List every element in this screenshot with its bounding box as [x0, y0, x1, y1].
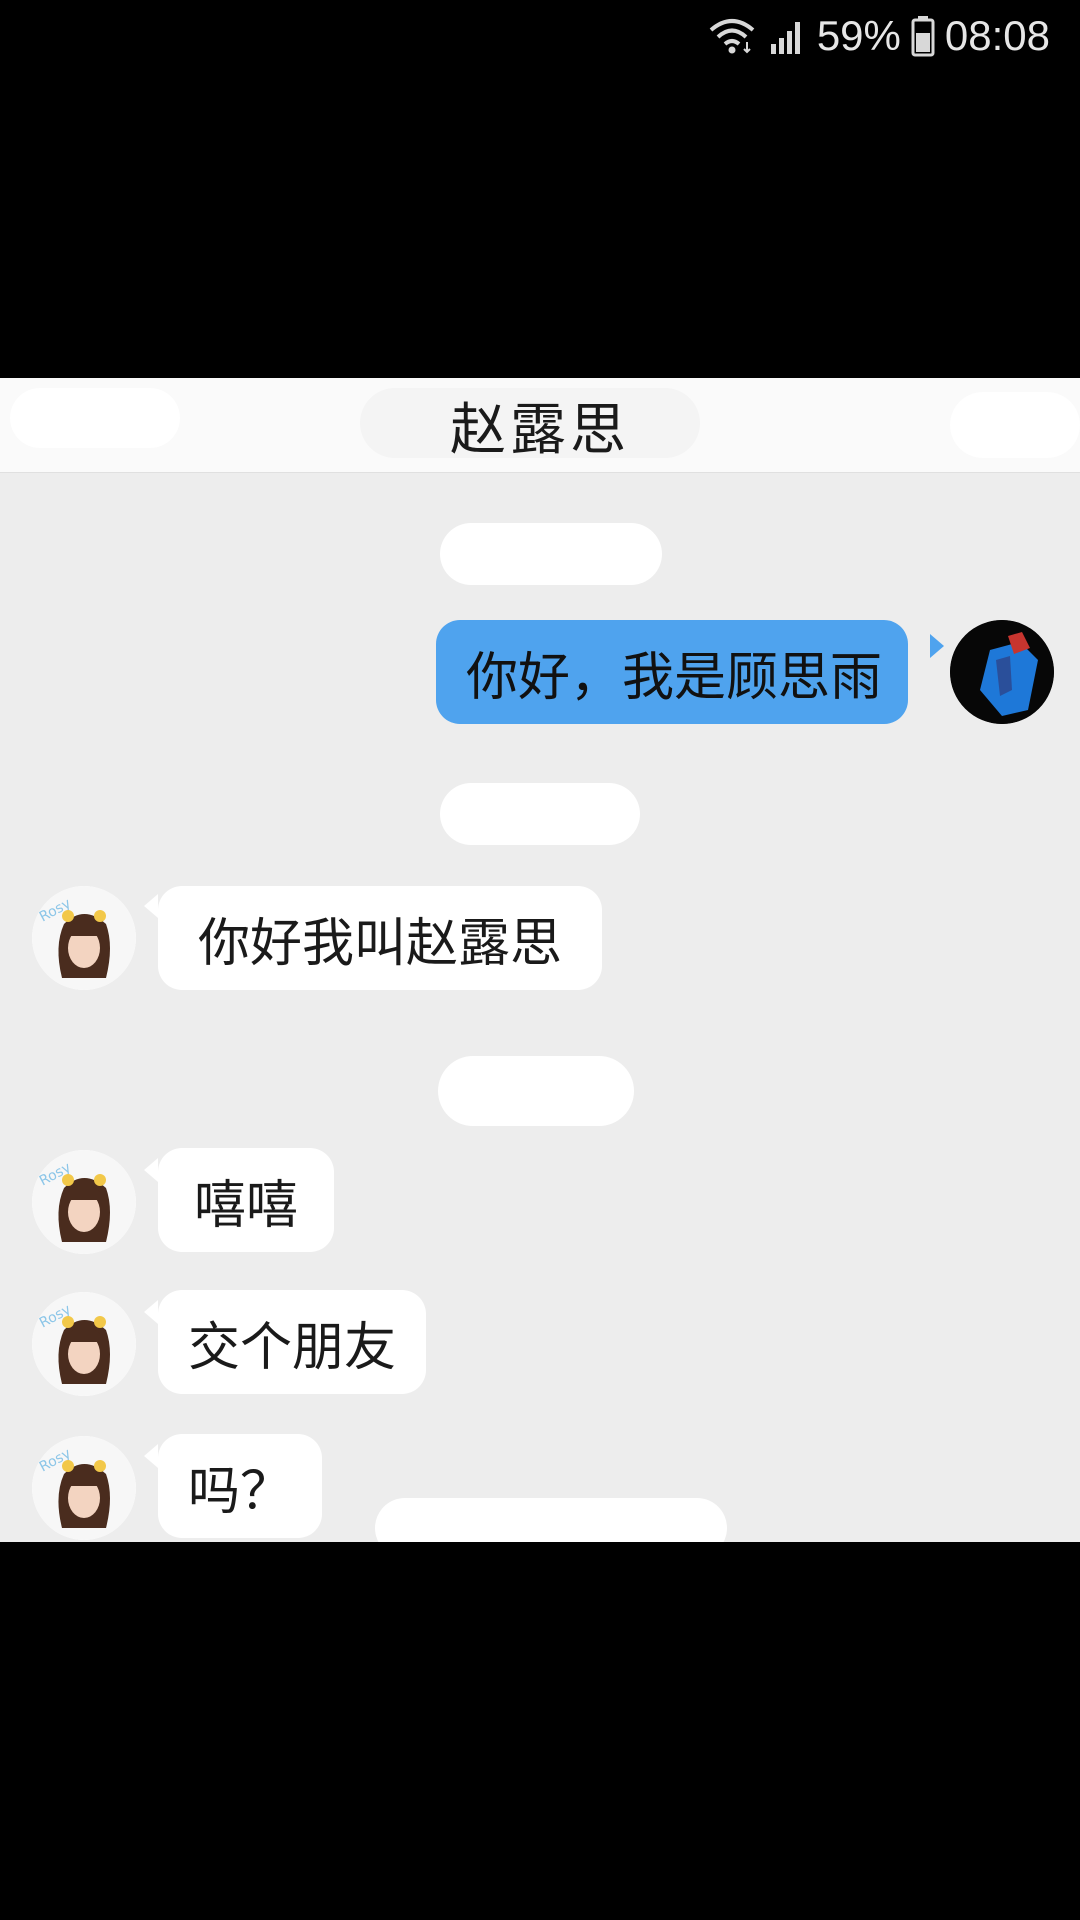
message-text: 交个朋友	[188, 1317, 397, 1378]
redaction-blob	[10, 388, 180, 448]
battery-icon	[911, 15, 935, 57]
status-icons: 59% 08:08	[707, 10, 1050, 62]
chat-title: 赵露思	[450, 397, 630, 463]
timestamp-redaction	[438, 1056, 634, 1126]
bubble-tail	[144, 1444, 158, 1468]
message-bubble-outgoing[interactable]: 你好，我是顾思雨	[436, 620, 909, 724]
chat-header: 赵露思	[0, 378, 1080, 473]
wifi-icon	[707, 16, 757, 56]
timestamp-redaction	[440, 523, 662, 585]
contact-avatar[interactable]: Rosy	[32, 1436, 136, 1540]
clock: 08:08	[944, 12, 1050, 59]
contact-avatar[interactable]: Rosy	[32, 1292, 136, 1396]
my-avatar[interactable]	[950, 620, 1054, 724]
bubble-tail	[930, 634, 944, 658]
bubble-tail	[144, 894, 158, 918]
status-bar: 59% 08:08	[0, 0, 1080, 72]
message-bubble-incoming[interactable]: 吗？	[158, 1434, 323, 1538]
message-text: 吗？	[188, 1461, 293, 1522]
cellular-signal-icon	[767, 16, 807, 56]
message-bubble-incoming[interactable]: 交个朋友	[158, 1290, 427, 1394]
message-text: 你好，我是顾思雨	[466, 647, 883, 708]
redaction-blob	[950, 392, 1080, 458]
message-bubble-incoming[interactable]: 你好我叫赵露思	[158, 886, 603, 990]
chat-screen: 赵露思 你好，我是顾思雨 Rosy 你好我叫赵露思 Rosy 嘻嘻 Rosy 交…	[0, 378, 1080, 1542]
timestamp-redaction	[440, 783, 640, 845]
bubble-tail	[144, 1158, 158, 1182]
contact-avatar[interactable]: Rosy	[32, 1150, 136, 1254]
battery-percent: 59%	[816, 12, 901, 59]
bubble-tail	[144, 1300, 158, 1324]
message-bubble-incoming[interactable]: 嘻嘻	[158, 1148, 335, 1252]
timestamp-redaction	[375, 1498, 727, 1542]
message-text: 你好我叫赵露思	[198, 913, 563, 974]
message-text: 嘻嘻	[194, 1175, 299, 1236]
contact-avatar[interactable]: Rosy	[32, 886, 136, 990]
